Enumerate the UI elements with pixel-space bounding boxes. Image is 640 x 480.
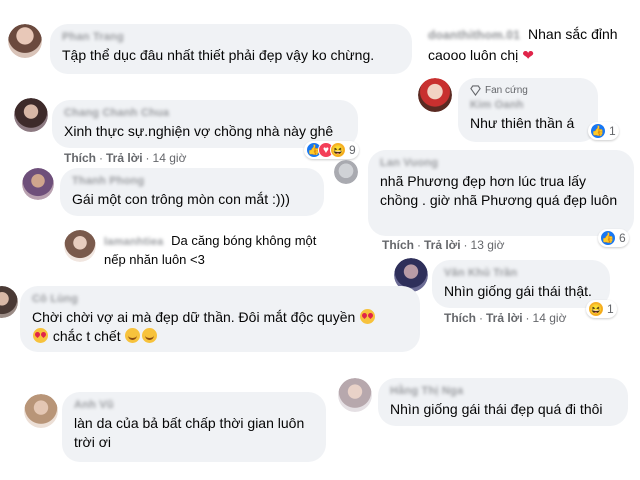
comment-time[interactable]: 14 giờ [153,151,187,165]
avatar[interactable] [24,394,58,428]
like-link[interactable]: Thích [444,311,476,325]
comment-bubble: Fan cứng Kim Oanh Như thiên thần á [458,78,598,142]
reaction-summary[interactable]: 😆 1 [586,300,617,318]
avatar[interactable] [0,286,18,318]
comment-plain: lamanhtiea Da căng bóng không một nếp nh… [104,232,334,269]
reaction-summary[interactable]: 👍 1 [588,122,619,140]
comment-author[interactable]: Hằng Thị Nga [390,385,616,397]
comment-author[interactable]: Anh Vũ [74,399,314,411]
comment-text: làn da của bả bất chấp thời gian luôn tr… [74,415,305,450]
comment-text: Như thiên thần á [470,115,575,131]
comment-bubble: Lan Vuong nhã Phương đẹp hơn lúc trua lấ… [368,150,634,236]
comment-bubble: Cô Lùng Chời chời vợ ai mà đẹp dữ thần. … [20,286,420,352]
comment-text: Tập thể dục đâu nhất thiết phải đẹp vậy … [62,47,375,63]
comment-text: nhã Phương đẹp hơn lúc trua lấy chồng . … [380,173,618,208]
reply-link[interactable]: Trả lời [424,238,461,252]
haha-icon: 😆 [588,301,604,317]
avatar[interactable] [418,78,452,112]
avatar[interactable] [64,230,96,262]
heart-icon: ❤ [522,47,534,63]
comment-author[interactable]: lamanhtiea [104,236,163,248]
comment-text: Nhìn giống gái thái đẹp quá đi thôi [390,401,603,417]
like-link[interactable]: Thích [382,238,414,252]
comment-bubble: Anh Vũ làn da của bả bất chấp thời gian … [62,392,326,462]
avatar[interactable] [14,98,48,132]
comment-actions: Thích · Trả lời · 14 giờ [64,151,187,165]
comment-text-cont: caooo luôn chị [428,47,519,63]
avatar[interactable] [334,160,358,184]
comment-author[interactable]: Kim Oanh [470,99,586,111]
comment-bubble: Phan Trang Tập thể dục đâu nhất thiết ph… [50,24,412,74]
comment-time[interactable]: 13 giờ [471,238,505,252]
thumbs-up-icon: 👍 [590,123,606,139]
reply-link[interactable]: Trả lời [486,311,523,325]
comment-actions: Thích · Trả lời · 14 giờ [444,311,567,325]
diamond-icon [470,85,481,96]
thumbs-up-icon: 👍 [600,230,616,246]
reaction-summary[interactable]: 👍 6 [598,229,629,247]
heart-eyes-emoji [360,309,376,324]
comment-bubble: Thanh Phong Gái một con trông mòn con mắ… [60,168,324,216]
grin-emoji [125,328,141,343]
avatar[interactable] [8,24,42,58]
comment-author[interactable]: doanthithom.01 [428,28,520,42]
comment-author[interactable]: Chang Chanh Chua [64,107,346,119]
like-link[interactable]: Thích [64,151,96,165]
comment-time[interactable]: 14 giờ [533,311,567,325]
reply-link[interactable]: Trả lời [106,151,143,165]
comment-bubble: Văn Khủ Trần Nhìn giống gái thái thật. [432,260,610,308]
comment-bubble: Hằng Thị Nga Nhìn giống gái thái đẹp quá… [378,378,628,426]
fan-badge: Fan cứng [470,85,586,96]
comment-text: Xinh thực sự.nghiện vợ chồng nhà này ghê [64,123,334,139]
comment-actions: Thích · Trả lời · 13 giờ [382,238,505,252]
comment-author[interactable]: Văn Khủ Trần [444,267,598,279]
comment-author[interactable]: Thanh Phong [72,175,312,187]
heart-eyes-emoji [33,328,48,343]
avatar[interactable] [22,168,54,200]
grin-emoji [142,328,158,343]
comment-text: Gái một con trông mòn con mắt :))) [72,191,290,207]
comment-author[interactable]: Phan Trang [62,31,400,43]
avatar[interactable] [338,378,372,412]
comment-author[interactable]: Cô Lùng [32,293,408,305]
haha-icon: 😆 [330,142,346,158]
comment-text: Chời chời vợ ai mà đẹp dữ thần. Đôi mắt … [32,308,408,346]
comment-text: Nhan sắc đỉnh [528,26,618,42]
comment-plain: doanthithom.01 Nhan sắc đỉnh caooo luôn … [428,24,633,65]
comment-author[interactable]: Lan Vuong [380,157,622,169]
comment-text: Nhìn giống gái thái thật. [444,283,592,299]
reaction-summary[interactable]: 👍 ♥ 😆 9 [304,141,359,159]
